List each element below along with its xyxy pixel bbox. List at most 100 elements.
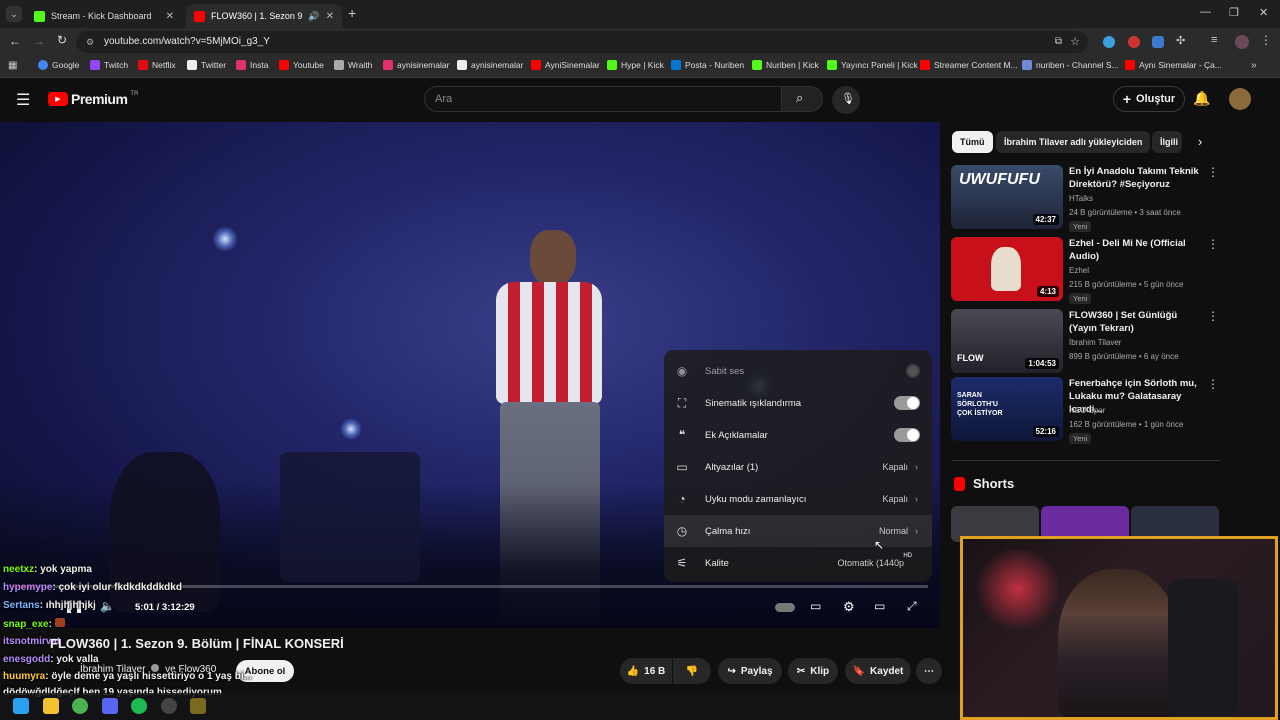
more-bookmarks-icon[interactable]: » — [1251, 60, 1257, 71]
theater-mode-icon[interactable]: ▭ — [874, 599, 885, 613]
cast-icon[interactable]: ⧉ — [1055, 31, 1062, 53]
bookmark-item[interactable]: Posta - Nuriben — [671, 60, 744, 70]
subtitles-button-icon[interactable]: ▭ — [810, 599, 821, 613]
file-explorer-icon[interactable] — [43, 698, 59, 714]
reading-list-icon[interactable]: ≡ — [1211, 34, 1217, 46]
recommendation-channel[interactable]: Ezhel — [1069, 266, 1089, 275]
new-tab-button[interactable]: + — [348, 5, 356, 21]
bookmark-item[interactable]: Aynı Sinemalar - Ça... — [1125, 60, 1222, 70]
create-button[interactable]: + Oluştur — [1113, 86, 1185, 112]
fullscreen-icon[interactable]: ⤢ — [907, 599, 917, 614]
video-thumbnail[interactable]: SARAN SÖRLOTH'U ÇOK İSTİYOR 52:16 — [951, 377, 1063, 441]
recommendation-title[interactable]: En İyi Anadolu Takımı Teknik Direktörü? … — [1069, 165, 1203, 191]
bookmark-item[interactable]: aynisinemalar — [457, 60, 523, 70]
like-button[interactable]: 👍 16 B — [620, 658, 672, 684]
app-icon[interactable] — [190, 698, 206, 714]
setting-quality[interactable]: ⚟ Kalite Otomatik (1440p HD — [664, 547, 932, 579]
search-input[interactable]: Ara — [424, 86, 782, 112]
url-input[interactable]: ⚙ youtube.com/watch?v=5MjMOi_g3_Y ⧉ ☆ — [76, 31, 1088, 53]
bookmark-item[interactable]: Netflix — [138, 60, 176, 70]
tab-search-button[interactable]: ⌄ — [6, 6, 22, 22]
voice-search-button[interactable]: 🎙 — [832, 86, 860, 114]
menu-kebab-icon[interactable]: ⋮ — [1260, 33, 1272, 47]
tab-youtube-flow360[interactable]: FLOW360 | 1. Sezon 9. Bölü 🔊 ✕ — [186, 4, 342, 28]
bookmark-star-icon[interactable]: ☆ — [1070, 31, 1080, 53]
chevron-right-icon[interactable]: › — [1198, 134, 1202, 149]
bookmark-item[interactable]: Insta — [236, 60, 268, 70]
bookmark-item[interactable]: Hype | Kick — [607, 60, 664, 70]
windows-start-icon[interactable] — [13, 698, 29, 714]
video-thumbnail[interactable]: FLOW 1:04:53 — [951, 309, 1063, 373]
share-button[interactable]: ↪ Paylaş — [718, 658, 782, 684]
recommendation-channel[interactable]: HTalks — [1069, 194, 1093, 203]
recommendation-title[interactable]: FLOW360 | Set Günlüğü (Yayın Tekrarı) — [1069, 309, 1203, 335]
notifications-bell-icon[interactable]: 🔔 — [1193, 90, 1210, 107]
back-icon[interactable]: ← — [9, 34, 21, 48]
chrome-icon[interactable] — [72, 698, 88, 714]
video-thumbnail[interactable]: UWUFUFU 42:37 — [951, 165, 1063, 229]
recommendation-channel[interactable]: İbrahim Tilaver — [1069, 338, 1121, 347]
recommendation-channel[interactable]: NEO Spor — [1069, 406, 1105, 415]
clip-button[interactable]: ✂ Klip — [788, 658, 838, 684]
close-window-icon[interactable]: ✕ — [1259, 6, 1268, 19]
recommendation-title[interactable]: Ezhel - Deli Mi Ne (Official Audio) — [1069, 237, 1203, 263]
bookmark-item[interactable]: Yayıncı Paneli | Kick — [827, 60, 918, 70]
search-button[interactable]: ⌕ — [781, 86, 823, 112]
bookmark-item[interactable]: Youtube — [279, 60, 324, 70]
extension-icon[interactable] — [1128, 36, 1140, 48]
obs-icon[interactable] — [161, 698, 177, 714]
chip-all[interactable]: Tümü — [952, 131, 993, 153]
bookmark-item[interactable]: AyniSinemalar — [531, 60, 600, 70]
dislike-button[interactable]: 👎 — [673, 658, 711, 684]
reload-icon[interactable]: ↻ — [57, 33, 67, 47]
tab-kick-dashboard[interactable]: Stream - Kick Dashboard ✕ — [26, 4, 182, 28]
account-avatar[interactable] — [1229, 88, 1251, 110]
forward-icon[interactable]: → — [33, 34, 45, 48]
profile-avatar[interactable] — [1235, 35, 1249, 49]
bookmark-item[interactable]: nuriben - Channel S... — [1022, 60, 1119, 70]
minimize-icon[interactable]: — — [1200, 6, 1211, 18]
setting-annotations[interactable]: ❝ Ek Açıklamalar — [664, 419, 932, 451]
setting-ambient-mode[interactable]: ⛶ Sinematik ışıklandırma — [664, 387, 932, 419]
site-info-icon[interactable]: ⚙ — [86, 31, 94, 53]
save-button[interactable]: 🔖 Kaydet — [845, 658, 911, 684]
stable-volume-toggle[interactable] — [906, 364, 920, 378]
more-vertical-icon[interactable]: ⋮ — [1207, 309, 1219, 323]
setting-subtitles[interactable]: ▭ Altyazılar (1) Kapalı › — [664, 451, 932, 483]
recommendation-card[interactable]: UWUFUFU 42:37 En İyi Anadolu Takımı Tekn… — [951, 165, 1221, 232]
setting-sleep-timer[interactable]: ◔ Uyku modu zamanlayıcı Kapalı › — [664, 483, 932, 515]
audio-playing-icon[interactable]: 🔊 — [308, 11, 319, 22]
annotations-toggle[interactable] — [894, 428, 920, 442]
volume-icon[interactable]: 🔈 — [100, 599, 115, 613]
extension-icon[interactable] — [1152, 36, 1164, 48]
recommendation-card[interactable]: FLOW 1:04:53 FLOW360 | Set Günlüğü (Yayı… — [951, 309, 1221, 373]
maximize-icon[interactable]: ❐ — [1229, 6, 1239, 19]
close-tab-icon[interactable]: ✕ — [326, 11, 334, 22]
settings-gear-icon[interactable]: ⚙ — [843, 599, 855, 615]
extension-icon[interactable] — [1103, 36, 1115, 48]
spotify-icon[interactable] — [131, 698, 147, 714]
autoplay-toggle[interactable] — [775, 603, 795, 612]
chip-related[interactable]: İlgili — [1152, 131, 1182, 153]
discord-icon[interactable] — [102, 698, 118, 714]
bookmark-item[interactable]: aynisinemalar — [383, 60, 449, 70]
cinematic-lighting-toggle[interactable] — [894, 396, 920, 410]
bookmark-item[interactable]: Google — [38, 60, 79, 70]
recommendation-card[interactable]: SARAN SÖRLOTH'U ÇOK İSTİYOR 52:16 Fenerb… — [951, 377, 1221, 444]
more-vertical-icon[interactable]: ⋮ — [1207, 165, 1219, 179]
bookmark-item[interactable]: Twitter — [187, 60, 226, 70]
close-tab-icon[interactable]: ✕ — [166, 11, 174, 22]
extensions-puzzle-icon[interactable]: ✣ — [1176, 34, 1185, 47]
setting-playback-speed[interactable]: ◷ Çalma hızı Normal › — [664, 515, 932, 547]
chip-from-uploader[interactable]: İbrahim Tilaver adlı yükleyiciden — [996, 131, 1151, 153]
bookmark-item[interactable]: Wraith — [334, 60, 372, 70]
recommendation-card[interactable]: 4:13 Ezhel - Deli Mi Ne (Official Audio)… — [951, 237, 1221, 304]
apps-grid-icon[interactable]: ▦ — [8, 60, 17, 71]
hamburger-menu-icon[interactable]: ☰ — [16, 90, 30, 110]
more-vertical-icon[interactable]: ⋮ — [1207, 377, 1219, 391]
bookmark-item[interactable]: Nuriben | Kick — [752, 60, 819, 70]
more-actions-button[interactable]: ⋯ — [916, 658, 942, 684]
bookmark-item[interactable]: Twitch — [90, 60, 128, 70]
setting-stable-volume[interactable]: ◉ Sabit ses — [664, 355, 932, 387]
video-thumbnail[interactable]: 4:13 — [951, 237, 1063, 301]
